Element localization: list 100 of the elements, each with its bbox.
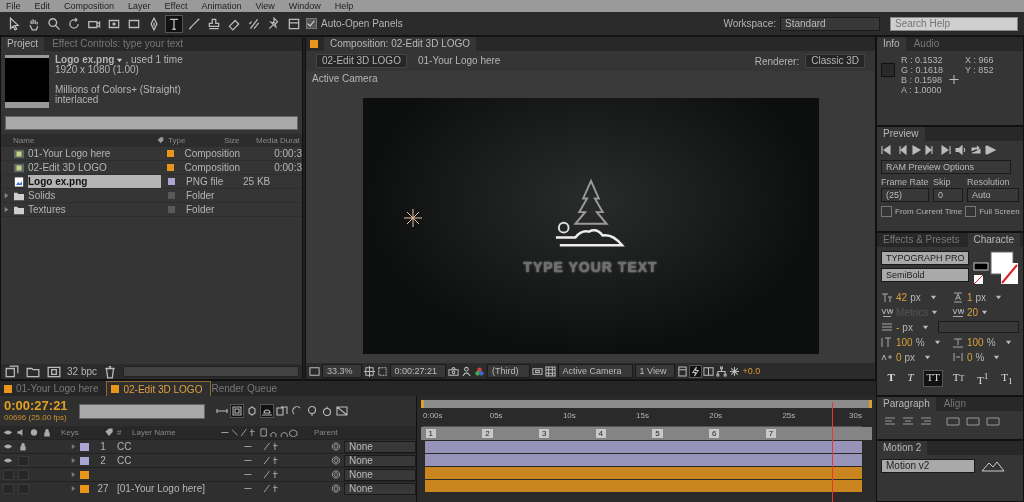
time-indicator[interactable] (832, 402, 834, 502)
panel-tab[interactable]: Effects & Presets (877, 233, 966, 247)
metric-value[interactable]: 100 (967, 336, 984, 348)
speaker-icon[interactable] (955, 144, 967, 156)
text-style-button[interactable]: T$_{1}$ (999, 371, 1015, 387)
pick-whip-icon[interactable] (331, 442, 341, 451)
checkbox[interactable] (965, 206, 977, 217)
panel-tab[interactable]: Motion 2 (877, 441, 928, 455)
column-header[interactable]: Media Durat (256, 136, 300, 145)
fill-stroke-color-drawing[interactable] (973, 251, 1019, 285)
marker[interactable]: 6 (709, 429, 720, 438)
visibility-switch[interactable] (3, 483, 14, 494)
metric-value[interactable]: 42 (896, 291, 908, 303)
metric-value[interactable]: 100 (896, 336, 913, 348)
person-icon[interactable] (461, 365, 473, 377)
panel-tab[interactable]: Effect Controls: type your text (46, 37, 190, 51)
checkerboard-icon[interactable] (544, 365, 556, 377)
exposure-value[interactable]: +0.0 (742, 366, 761, 376)
tag-icon[interactable] (157, 137, 164, 144)
lock-switch[interactable] (18, 483, 29, 494)
metric-value[interactable]: - (896, 321, 900, 333)
timeline-icon[interactable] (703, 365, 715, 377)
menu-item[interactable]: Composition (64, 1, 115, 11)
scrollbar[interactable] (123, 366, 299, 377)
menu-item[interactable]: File (6, 1, 21, 11)
preview-options-dropdown[interactable]: RAM Preview Options (881, 160, 1011, 174)
timecode-field[interactable]: 0:00:27:21 (389, 364, 447, 378)
toggle-pixel-icon[interactable] (677, 365, 689, 377)
font-family-dropdown[interactable]: TYPOGRAPH PRO (881, 251, 969, 265)
layer-name[interactable]: [01-Your Logo here] (117, 483, 206, 494)
view-layout-dropdown[interactable]: 1 View (634, 364, 676, 378)
layer-name[interactable]: CC (117, 455, 132, 466)
metric-value[interactable]: 20 (967, 306, 979, 318)
interpret-footage-icon[interactable] (4, 363, 20, 379)
text-style-button[interactable]: TT (924, 371, 942, 387)
current-timecode[interactable]: 0:00:27:21 (4, 399, 76, 413)
mountain-icon[interactable] (981, 460, 1005, 472)
project-item[interactable]: 02-Edit 3D LOGO (27, 161, 160, 174)
parent-dropdown[interactable]: None (344, 440, 416, 453)
search-field[interactable] (79, 403, 205, 419)
panel-tab[interactable]: Audio (907, 37, 946, 51)
checkbox[interactable] (881, 206, 892, 217)
tag-icon[interactable] (104, 428, 114, 437)
bit-depth-button[interactable]: 32 bpc (67, 366, 98, 377)
text-tool-icon[interactable] (166, 15, 182, 32)
roi-icon[interactable] (531, 365, 543, 377)
color-channels-icon[interactable] (474, 365, 486, 377)
layer-duration-bar[interactable] (425, 440, 862, 453)
motion-blur-icon[interactable] (291, 405, 303, 417)
composition-breadcrumb[interactable]: 02-Edit 3D LOGO (316, 54, 407, 68)
metric-value[interactable]: 0 (967, 351, 973, 363)
project-item[interactable]: Logo ex.png (28, 175, 161, 188)
mask-editor-icon[interactable] (336, 405, 348, 417)
label-swatch[interactable] (166, 164, 174, 171)
frame-rate-dropdown[interactable]: (25) (881, 188, 929, 202)
menu-item[interactable]: Help (334, 1, 354, 11)
live-update-icon[interactable] (231, 405, 243, 417)
layer-duration-bar[interactable] (425, 479, 862, 492)
resolution-dropdown[interactable]: (Third) (487, 364, 530, 378)
marker[interactable]: 4 (595, 429, 607, 438)
composition-breadcrumb[interactable]: 01-Your Logo here (412, 55, 506, 67)
solo-dot-icon[interactable] (29, 428, 39, 437)
text-style-button[interactable]: T (905, 371, 916, 387)
pick-whip-icon[interactable] (331, 456, 341, 465)
project-item[interactable]: 01-Your Logo here (27, 147, 160, 160)
flowchart-icon[interactable] (716, 365, 728, 377)
magnifier-tool-icon[interactable] (46, 15, 62, 32)
menu-item[interactable]: View (255, 1, 275, 11)
loop-icon[interactable] (970, 144, 982, 156)
search-field[interactable]: Search Help (890, 16, 1018, 31)
text-style-button[interactable]: T (885, 371, 897, 387)
marker[interactable]: 2 (482, 429, 493, 438)
label-swatch[interactable] (80, 442, 89, 451)
panel-tab[interactable]: Characte (967, 233, 1021, 247)
label-swatch[interactable] (80, 484, 89, 493)
skip-forward-icon[interactable] (940, 144, 952, 156)
play-icon[interactable] (910, 144, 922, 156)
camera-dropdown[interactable]: Active Camera (557, 364, 633, 378)
lock-switch[interactable] (18, 469, 29, 480)
font-style-dropdown[interactable]: SemiBold (881, 268, 969, 282)
search-field[interactable] (5, 116, 298, 130)
marker[interactable]: 7 (765, 429, 777, 438)
column-header[interactable]: Name (13, 136, 153, 145)
layer-duration-bar[interactable] (425, 453, 862, 466)
label-swatch[interactable] (168, 192, 175, 199)
menu-item[interactable]: Edit (34, 1, 51, 11)
rotate-tool-icon[interactable] (66, 15, 82, 32)
zoom-dropdown[interactable]: 33.3% (322, 364, 362, 378)
camera-icon[interactable] (448, 365, 460, 377)
eye-icon[interactable] (3, 456, 13, 465)
menu-item[interactable]: Layer (128, 1, 151, 11)
frame-blending-icon[interactable] (276, 405, 288, 417)
project-item[interactable]: Textures (28, 203, 161, 216)
column-header[interactable]: # (117, 428, 129, 437)
panel-tab[interactable]: Info (877, 37, 906, 51)
label-swatch[interactable] (168, 178, 175, 185)
timeline-tab[interactable]: 02-Edit 3D LOGO (106, 381, 212, 396)
stopwatch-icon[interactable] (321, 405, 333, 417)
marker[interactable]: 1 (425, 429, 436, 438)
lock-icon[interactable] (42, 428, 52, 437)
